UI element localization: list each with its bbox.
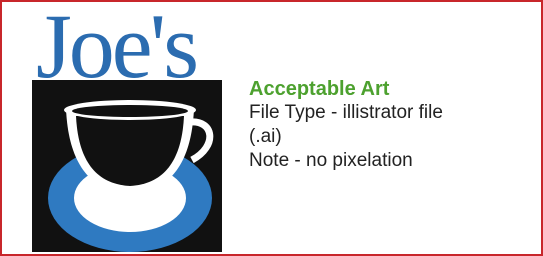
logo-wordmark: Joe's xyxy=(36,0,199,97)
art-requirements: Acceptable Art File Type - illistrator f… xyxy=(249,77,539,173)
note-text: Note - no pixelation xyxy=(249,150,413,171)
file-extension-text: (.ai) xyxy=(249,126,282,147)
coffee-cup-icon xyxy=(32,80,222,252)
section-heading: Acceptable Art xyxy=(249,78,390,100)
acceptable-art-card: Joe's Acceptable Art File Type - illistr… xyxy=(0,0,543,256)
file-type-text: File Type - illistrator file xyxy=(249,102,443,123)
joes-logo: Joe's xyxy=(32,0,222,253)
